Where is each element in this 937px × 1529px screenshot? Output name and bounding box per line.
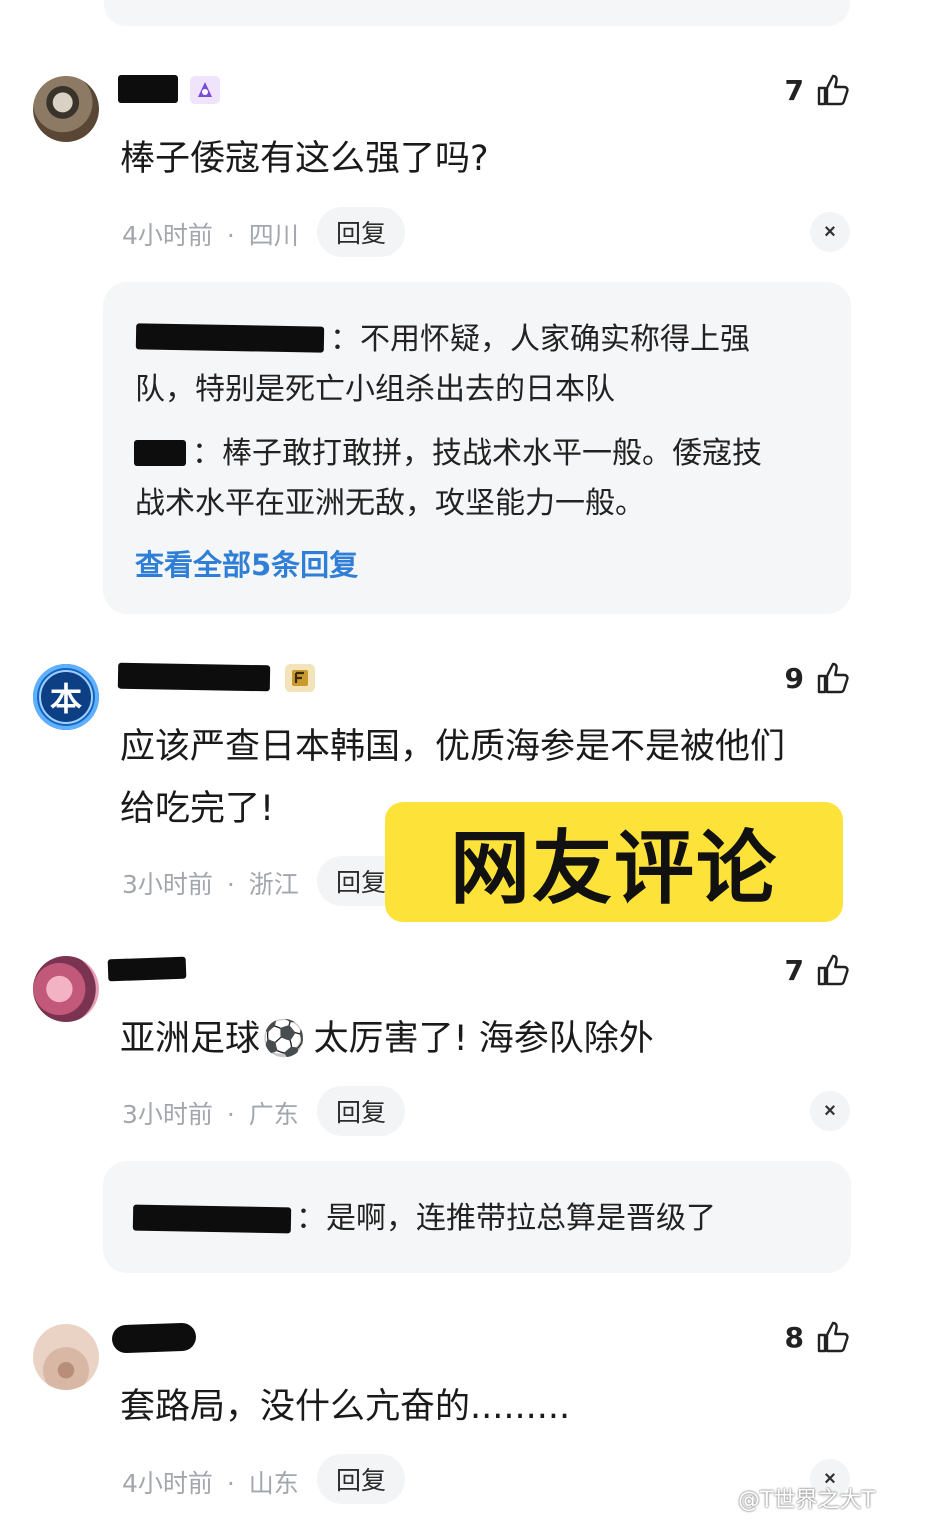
close-icon[interactable]: × — [810, 1091, 850, 1131]
comment-text-part: 亚洲足球 — [120, 1019, 261, 1059]
redacted-username[interactable] — [135, 323, 325, 353]
like-count: 8 — [784, 1320, 804, 1354]
comment-location: 浙江 — [248, 870, 299, 899]
thumbs-up-icon[interactable] — [816, 953, 850, 987]
like-count: 7 — [784, 73, 804, 107]
watermark: @T世界之大T — [738, 1488, 875, 1513]
comment-meta: 3小时前 · 浙江 — [122, 865, 299, 901]
redacted-username[interactable] — [111, 1322, 197, 1354]
reply-text: ：棒子敢打敢拼，技战术水平一般。倭寇技 — [192, 436, 762, 471]
meta-separator: · — [226, 221, 235, 250]
comment-meta: 3小时前 · 广东 — [122, 1095, 299, 1131]
comment-location: 广东 — [248, 1100, 299, 1129]
reply-text: 战术水平在亚洲无敌，攻坚能力一般。 — [135, 486, 645, 521]
previous-reply-box — [104, 0, 850, 26]
avatar[interactable] — [33, 956, 99, 1022]
redacted-username[interactable] — [117, 662, 271, 692]
meta-separator: · — [226, 1469, 235, 1498]
comment-text: 给吃完了! — [120, 789, 275, 829]
comment-location: 四川 — [248, 221, 299, 250]
overlay-banner: 网友评论 — [385, 802, 843, 922]
like-control[interactable]: 9 — [760, 656, 850, 700]
thumbs-up-icon[interactable] — [816, 661, 850, 695]
reply-text: 队，特别是死亡小组杀出去的日本队 — [135, 372, 615, 407]
comment-time: 4小时前 — [122, 221, 213, 250]
view-all-replies-link[interactable]: 查看全部5条回复 — [135, 542, 358, 584]
like-control[interactable]: 7 — [760, 948, 850, 992]
comment-time: 3小时前 — [122, 1100, 213, 1129]
thumbs-up-icon[interactable] — [816, 73, 850, 107]
like-control[interactable]: 7 — [760, 68, 850, 112]
reply-button[interactable]: 回复 — [317, 1086, 405, 1136]
avatar[interactable] — [33, 76, 99, 142]
like-control[interactable]: 8 — [760, 1315, 850, 1359]
reply-button[interactable]: 回复 — [317, 1454, 405, 1504]
avatar-character: 本 — [39, 670, 93, 724]
meta-separator: · — [226, 870, 235, 899]
thumbs-up-icon[interactable] — [816, 1320, 850, 1354]
soccer-ball-icon: ⚽ — [262, 1019, 306, 1059]
like-count: 7 — [784, 953, 804, 987]
comment-meta: 4小时前 · 山东 — [122, 1464, 299, 1500]
comment-meta: 4小时前 · 四川 — [122, 216, 299, 252]
reply-text: ：不用怀疑，人家确实称得上强 — [330, 322, 750, 357]
meta-separator: · — [226, 1100, 235, 1129]
like-count: 9 — [784, 661, 804, 695]
close-icon[interactable]: × — [810, 212, 850, 252]
level-badge-icon — [285, 664, 315, 692]
comment-location: 山东 — [248, 1469, 299, 1498]
comment-text: 套路局，没什么亢奋的......... — [120, 1387, 571, 1427]
reply-button[interactable]: 回复 — [317, 207, 405, 257]
redacted-username[interactable] — [107, 956, 187, 982]
redacted-username[interactable] — [134, 440, 186, 466]
comment-text: 亚洲足球⚽ 太厉害了! 海参队除外 — [120, 1008, 654, 1070]
redacted-username[interactable] — [118, 75, 178, 103]
avatar[interactable] — [33, 1324, 99, 1390]
reply-text: ：是啊，连推带拉总算是晋级了 — [296, 1201, 716, 1236]
avatar[interactable]: 本 — [33, 664, 99, 730]
level-badge-icon — [190, 76, 220, 104]
comment-time: 3小时前 — [122, 870, 213, 899]
comment-time: 4小时前 — [122, 1469, 213, 1498]
comment-text: 棒子倭寇有这么强了吗? — [120, 139, 489, 179]
redacted-username[interactable] — [132, 1204, 292, 1234]
comment-text-part: 太厉害了! 海参队除外 — [313, 1019, 654, 1059]
comment-text: 应该严查日本韩国，优质海参是不是被他们 — [120, 727, 786, 767]
